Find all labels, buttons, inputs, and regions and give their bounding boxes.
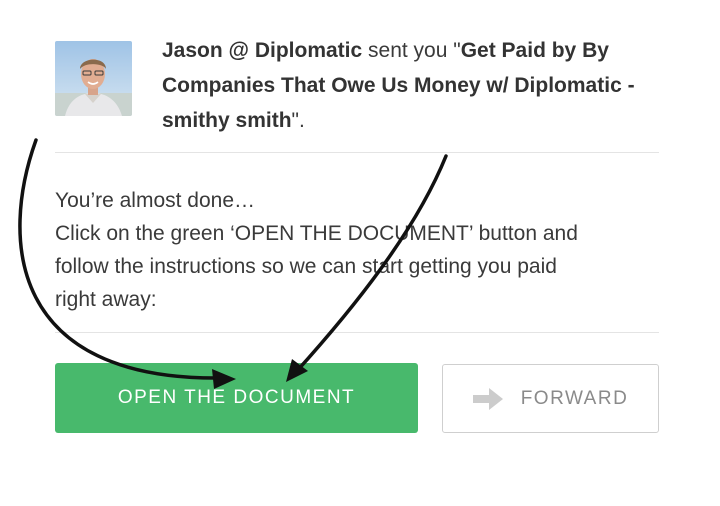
sender-avatar bbox=[55, 41, 132, 116]
divider-bottom bbox=[55, 332, 659, 333]
message-line-2: Click on the green ‘OPEN THE DOCUMENT’ b… bbox=[55, 222, 578, 245]
forward-label: FORWARD bbox=[520, 387, 629, 409]
message-body: You’re almost done… Click on the green ‘… bbox=[55, 184, 655, 316]
notification-text: Jason @ Diplomatic sent you "Get Paid by… bbox=[162, 33, 662, 138]
arrow-right-icon bbox=[472, 387, 503, 410]
message-line-1: You’re almost done… bbox=[55, 189, 256, 212]
message-line-3: follow the instructions so we can start … bbox=[55, 255, 557, 278]
sender-name: Jason @ Diplomatic bbox=[162, 39, 363, 62]
sent-verb: sent you " bbox=[362, 39, 461, 62]
email-card: Jason @ Diplomatic sent you "Get Paid by… bbox=[0, 0, 720, 506]
open-document-label: OPEN THE DOCUMENT bbox=[117, 387, 356, 408]
closing-punct: ". bbox=[291, 109, 305, 132]
open-document-button[interactable]: OPEN THE DOCUMENT bbox=[55, 363, 418, 433]
forward-button[interactable]: FORWARD bbox=[442, 364, 659, 433]
message-line-4: right away: bbox=[55, 288, 157, 311]
divider-top bbox=[55, 152, 659, 153]
